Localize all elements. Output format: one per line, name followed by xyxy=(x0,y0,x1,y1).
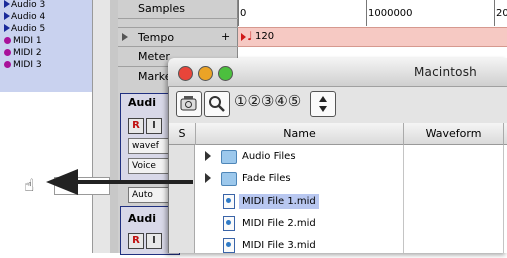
timeline-tick-0: 0 xyxy=(240,8,247,19)
audio-track-name[interactable]: Audi xyxy=(128,96,156,109)
column-header-status[interactable]: S xyxy=(169,123,196,145)
up-down-arrows-icon xyxy=(319,96,327,112)
track-item-audio-3[interactable]: Audio 3 xyxy=(4,0,45,11)
tempo-marker-icon[interactable] xyxy=(241,33,246,41)
audio-track-icon xyxy=(4,0,10,8)
track-list: Audio 3 Audio 4 Audio 5 MIDI 1 MIDI 2 MI… xyxy=(0,0,110,253)
zoom-window-button[interactable] xyxy=(218,66,233,81)
folder-icon xyxy=(221,172,237,186)
track-item-midi-2[interactable]: MIDI 2 xyxy=(4,48,42,59)
view-preset-buttons[interactable]: ①②③④⑤ xyxy=(234,92,301,110)
quarter-note-icon: ♩ xyxy=(247,29,253,43)
track-list-scrollbar[interactable] xyxy=(92,0,110,253)
audio-track-icon xyxy=(4,24,10,32)
midi-track-icon xyxy=(4,49,11,56)
disclosure-triangle-icon[interactable] xyxy=(205,173,211,183)
speaker-icon xyxy=(180,96,197,111)
track-item-audio-5[interactable]: Audio 5 xyxy=(4,24,45,35)
row-name: Audio Files xyxy=(242,151,296,162)
drag-arrow-shaft xyxy=(75,180,193,184)
audition-button[interactable] xyxy=(176,91,202,117)
ruler-tempo[interactable]: Tempo + xyxy=(118,27,238,47)
record-enable-button[interactable]: R xyxy=(128,118,144,134)
folder-icon xyxy=(221,150,237,164)
drag-arrow-head-icon xyxy=(46,169,78,195)
column-header-waveform[interactable]: Waveform xyxy=(404,123,504,145)
ruler-tempo-label: Tempo xyxy=(138,31,175,44)
ruler-meter-label: Meter xyxy=(138,50,170,63)
row-name: MIDI File 1.mid xyxy=(242,196,316,207)
ruler-markers-label: Marke xyxy=(138,70,172,83)
automation-mode-button[interactable]: Auto xyxy=(128,187,173,203)
voice-selector-button[interactable]: Voice xyxy=(128,158,173,174)
list-item-audio-files[interactable]: Audio Files xyxy=(196,148,503,169)
timeline-tick-line xyxy=(494,0,495,26)
track-item-midi-1[interactable]: MIDI 1 xyxy=(4,36,42,47)
timeline-tick-end: 20 xyxy=(496,8,507,19)
sort-order-button[interactable] xyxy=(310,91,336,117)
status-column xyxy=(169,145,195,253)
list-item-midi-file-1[interactable]: MIDI File 1.mid xyxy=(196,193,503,214)
track-item-midi-3[interactable]: MIDI 3 xyxy=(4,60,42,71)
ruler-samples-label: Samples xyxy=(138,2,185,15)
audio-track-icon xyxy=(4,12,10,20)
magnifier-icon xyxy=(209,96,225,112)
hand-cursor-icon: ☝ xyxy=(24,176,35,196)
midi-file-icon xyxy=(223,194,235,209)
timeline-tick-1000000: 1000000 xyxy=(368,8,413,19)
timeline-tick-line xyxy=(238,0,239,26)
expand-triangle-icon[interactable] xyxy=(122,33,128,41)
tempo-ruler-lane[interactable]: ♩ 120 xyxy=(238,27,507,47)
list-item-fade-files[interactable]: Fade Files xyxy=(196,170,503,191)
row-name: Fade Files xyxy=(242,173,291,184)
close-window-button[interactable] xyxy=(178,66,193,81)
timeline-tick-line xyxy=(366,0,367,26)
column-divider xyxy=(503,145,504,253)
workspace-title: Macintosh xyxy=(414,65,477,79)
input-monitor-button[interactable]: I xyxy=(146,118,162,134)
list-item-midi-file-3[interactable]: MIDI File 3.mid xyxy=(196,237,503,258)
midi-file-icon xyxy=(223,216,235,231)
disclosure-triangle-icon[interactable] xyxy=(205,151,211,161)
search-button[interactable] xyxy=(204,91,230,117)
track-item-audio-4[interactable]: Audio 4 xyxy=(4,12,45,23)
midi-file-icon xyxy=(223,238,235,253)
record-enable-button[interactable]: R xyxy=(128,233,144,249)
row-name: MIDI File 2.mid xyxy=(242,218,316,229)
midi-track-icon xyxy=(4,37,11,44)
audio-track-name[interactable]: Audi xyxy=(128,212,156,225)
list-item-midi-file-2[interactable]: MIDI File 2.mid xyxy=(196,215,503,236)
ruler-samples[interactable]: Samples xyxy=(118,0,238,19)
row-name: MIDI File 3.mid xyxy=(242,240,316,251)
column-header-name[interactable]: Name xyxy=(196,123,404,145)
add-tempo-button[interactable]: + xyxy=(221,30,230,43)
midi-track-icon xyxy=(4,61,11,68)
tempo-value: 120 xyxy=(255,31,275,42)
minimize-window-button[interactable] xyxy=(198,66,213,81)
view-selector-button[interactable]: wavef xyxy=(128,138,173,154)
input-monitor-button[interactable]: I xyxy=(146,233,162,249)
